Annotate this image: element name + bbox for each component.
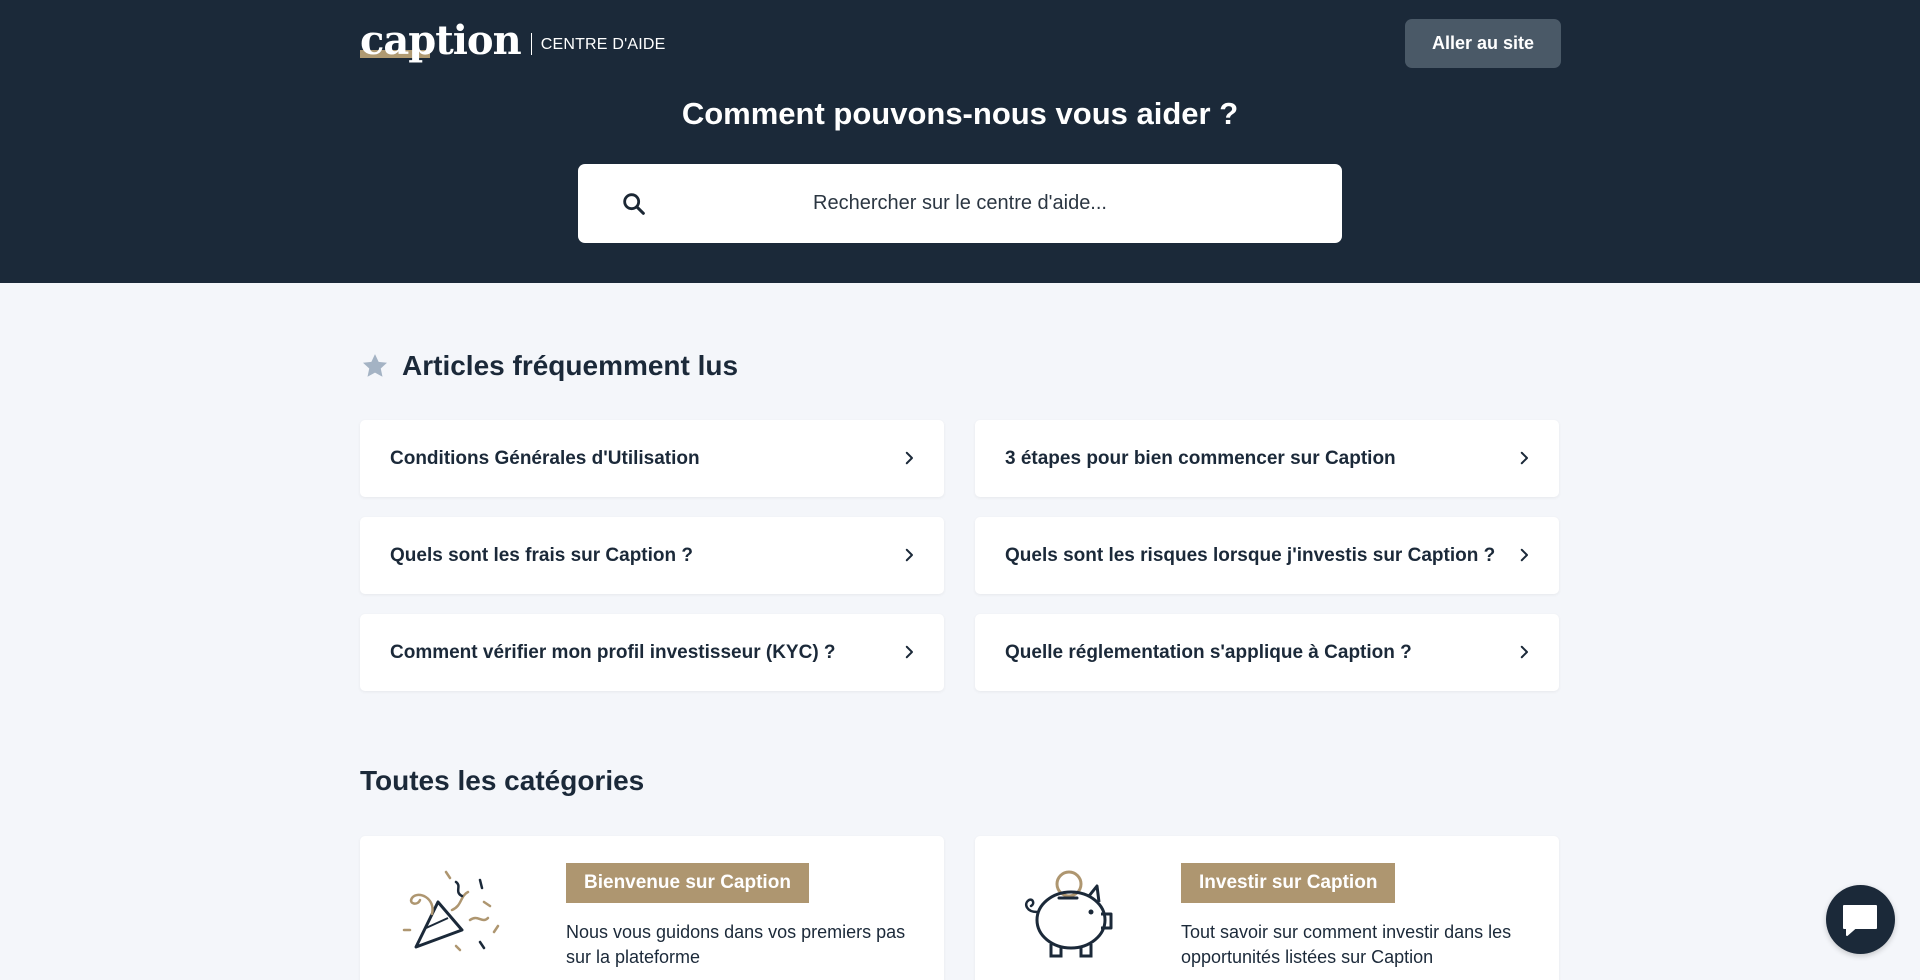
- search-icon: [623, 193, 645, 215]
- chevron-right-icon: [1520, 451, 1528, 465]
- popular-articles-title: Articles fréquemment lus: [402, 350, 739, 381]
- chat-launcher-button[interactable]: [1826, 885, 1895, 954]
- search-bar[interactable]: [578, 164, 1342, 243]
- category-label: Bienvenue sur Caption: [566, 863, 809, 903]
- article-link[interactable]: Quels sont les risques lorsque j'investi…: [975, 517, 1559, 594]
- chevron-right-icon: [1520, 645, 1528, 659]
- category-label: Investir sur Caption: [1181, 863, 1396, 903]
- piggy-bank-icon: [1025, 870, 1113, 958]
- article-label: Conditions Générales d'Utilisation: [390, 447, 700, 469]
- article-link[interactable]: 3 étapes pour bien commencer sur Caption: [975, 420, 1559, 497]
- chevron-right-icon: [905, 548, 913, 562]
- hero-header: caption CENTRE D'AIDE Aller au site Comm…: [0, 0, 1920, 283]
- page-title: Comment pouvons-nous vous aider ?: [681, 96, 1239, 131]
- category-description: Nous vous guidons dans vos premiers pas …: [566, 922, 906, 967]
- star-icon: [363, 354, 387, 377]
- category-card[interactable]: Investir sur Caption Tout savoir sur com…: [975, 836, 1559, 980]
- logo-wordmark: caption: [360, 17, 522, 64]
- article-link[interactable]: Quelle réglementation s'applique à Capti…: [975, 614, 1559, 691]
- logo-separator: [530, 33, 532, 55]
- chat-icon: [1842, 904, 1877, 936]
- logo[interactable]: caption CENTRE D'AIDE: [360, 18, 665, 64]
- article-label: Quelle réglementation s'applique à Capti…: [1005, 641, 1412, 663]
- category-description: Tout savoir sur comment investir dans le…: [1181, 922, 1512, 967]
- article-link[interactable]: Quels sont les frais sur Caption ?: [360, 517, 944, 594]
- article-label: Quels sont les risques lorsque j'investi…: [1005, 544, 1496, 566]
- article-link[interactable]: Conditions Générales d'Utilisation: [360, 420, 944, 497]
- party-popper-icon: [402, 870, 500, 952]
- categories-heading: Toutes les catégories: [360, 765, 645, 796]
- logo-subtitle: CENTRE D'AIDE: [540, 36, 666, 53]
- category-card[interactable]: Bienvenue sur Caption Nous vous guidons …: [360, 836, 944, 980]
- chevron-right-icon: [905, 645, 913, 659]
- search-input[interactable]: [578, 164, 1342, 243]
- logo-text: caption: [360, 17, 522, 64]
- chevron-right-icon: [905, 451, 913, 465]
- article-link[interactable]: Comment vérifier mon profil investisseur…: [360, 614, 944, 691]
- article-label: Comment vérifier mon profil investisseur…: [390, 641, 836, 663]
- popular-articles-heading: Articles fréquemment lus: [360, 350, 738, 382]
- article-label: 3 étapes pour bien commencer sur Caption: [1005, 447, 1396, 469]
- go-to-site-button[interactable]: Aller au site: [1405, 19, 1561, 68]
- chevron-right-icon: [1520, 548, 1528, 562]
- article-label: Quels sont les frais sur Caption ?: [390, 544, 694, 566]
